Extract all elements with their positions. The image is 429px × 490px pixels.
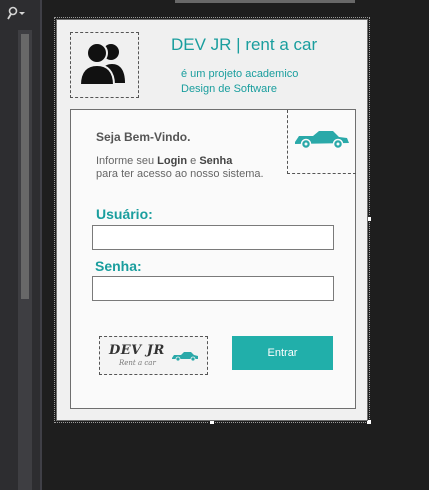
app-title: DEV JR | rent a car [171,35,318,54]
login-panel: Seja Bem-Vindo. Informe seu Login e Senh… [70,109,356,409]
subtitle-line-2: Design de Software [181,83,277,95]
ide-scroll-thumb[interactable] [21,34,29,299]
designer-tab-strip[interactable] [175,0,355,3]
info-login: Login [157,155,188,167]
welcome-info: Informe seu Login e Senha para ter acess… [96,155,264,181]
login-form: DEV JR | rent a car é um projeto academi… [56,19,368,421]
car-icon [171,348,199,366]
users-image [70,32,139,98]
ide-toolbar [0,0,40,28]
welcome-heading: Seja Bem-Vindo. [96,130,191,144]
username-label: Usuário: [96,206,153,222]
info-line-1: Informe seu Login e Senha [96,155,264,168]
info-prefix: Informe seu [96,155,158,167]
logo-main-text: DEV JR [109,343,165,358]
users-icon [77,39,133,92]
app-subtitle: é um projeto academico Design de Softwar… [181,67,298,97]
info-and: e [187,155,200,167]
car-image [287,110,356,174]
password-input[interactable] [92,276,334,301]
info-line-2: para ter acesso ao nosso sistema. [96,168,264,180]
subtitle-line-1: é um projeto academico [181,68,299,80]
username-input[interactable] [92,225,334,250]
info-password: Senha [199,155,233,167]
search-icon[interactable] [4,6,32,24]
password-label: Senha: [95,258,142,274]
enter-button[interactable]: Entrar [232,336,333,370]
devjr-logo: DEV JR Rent a car [99,336,208,375]
ide-divider [40,0,42,490]
logo-sub-text: Rent a car [119,359,156,367]
car-icon [293,128,351,155]
